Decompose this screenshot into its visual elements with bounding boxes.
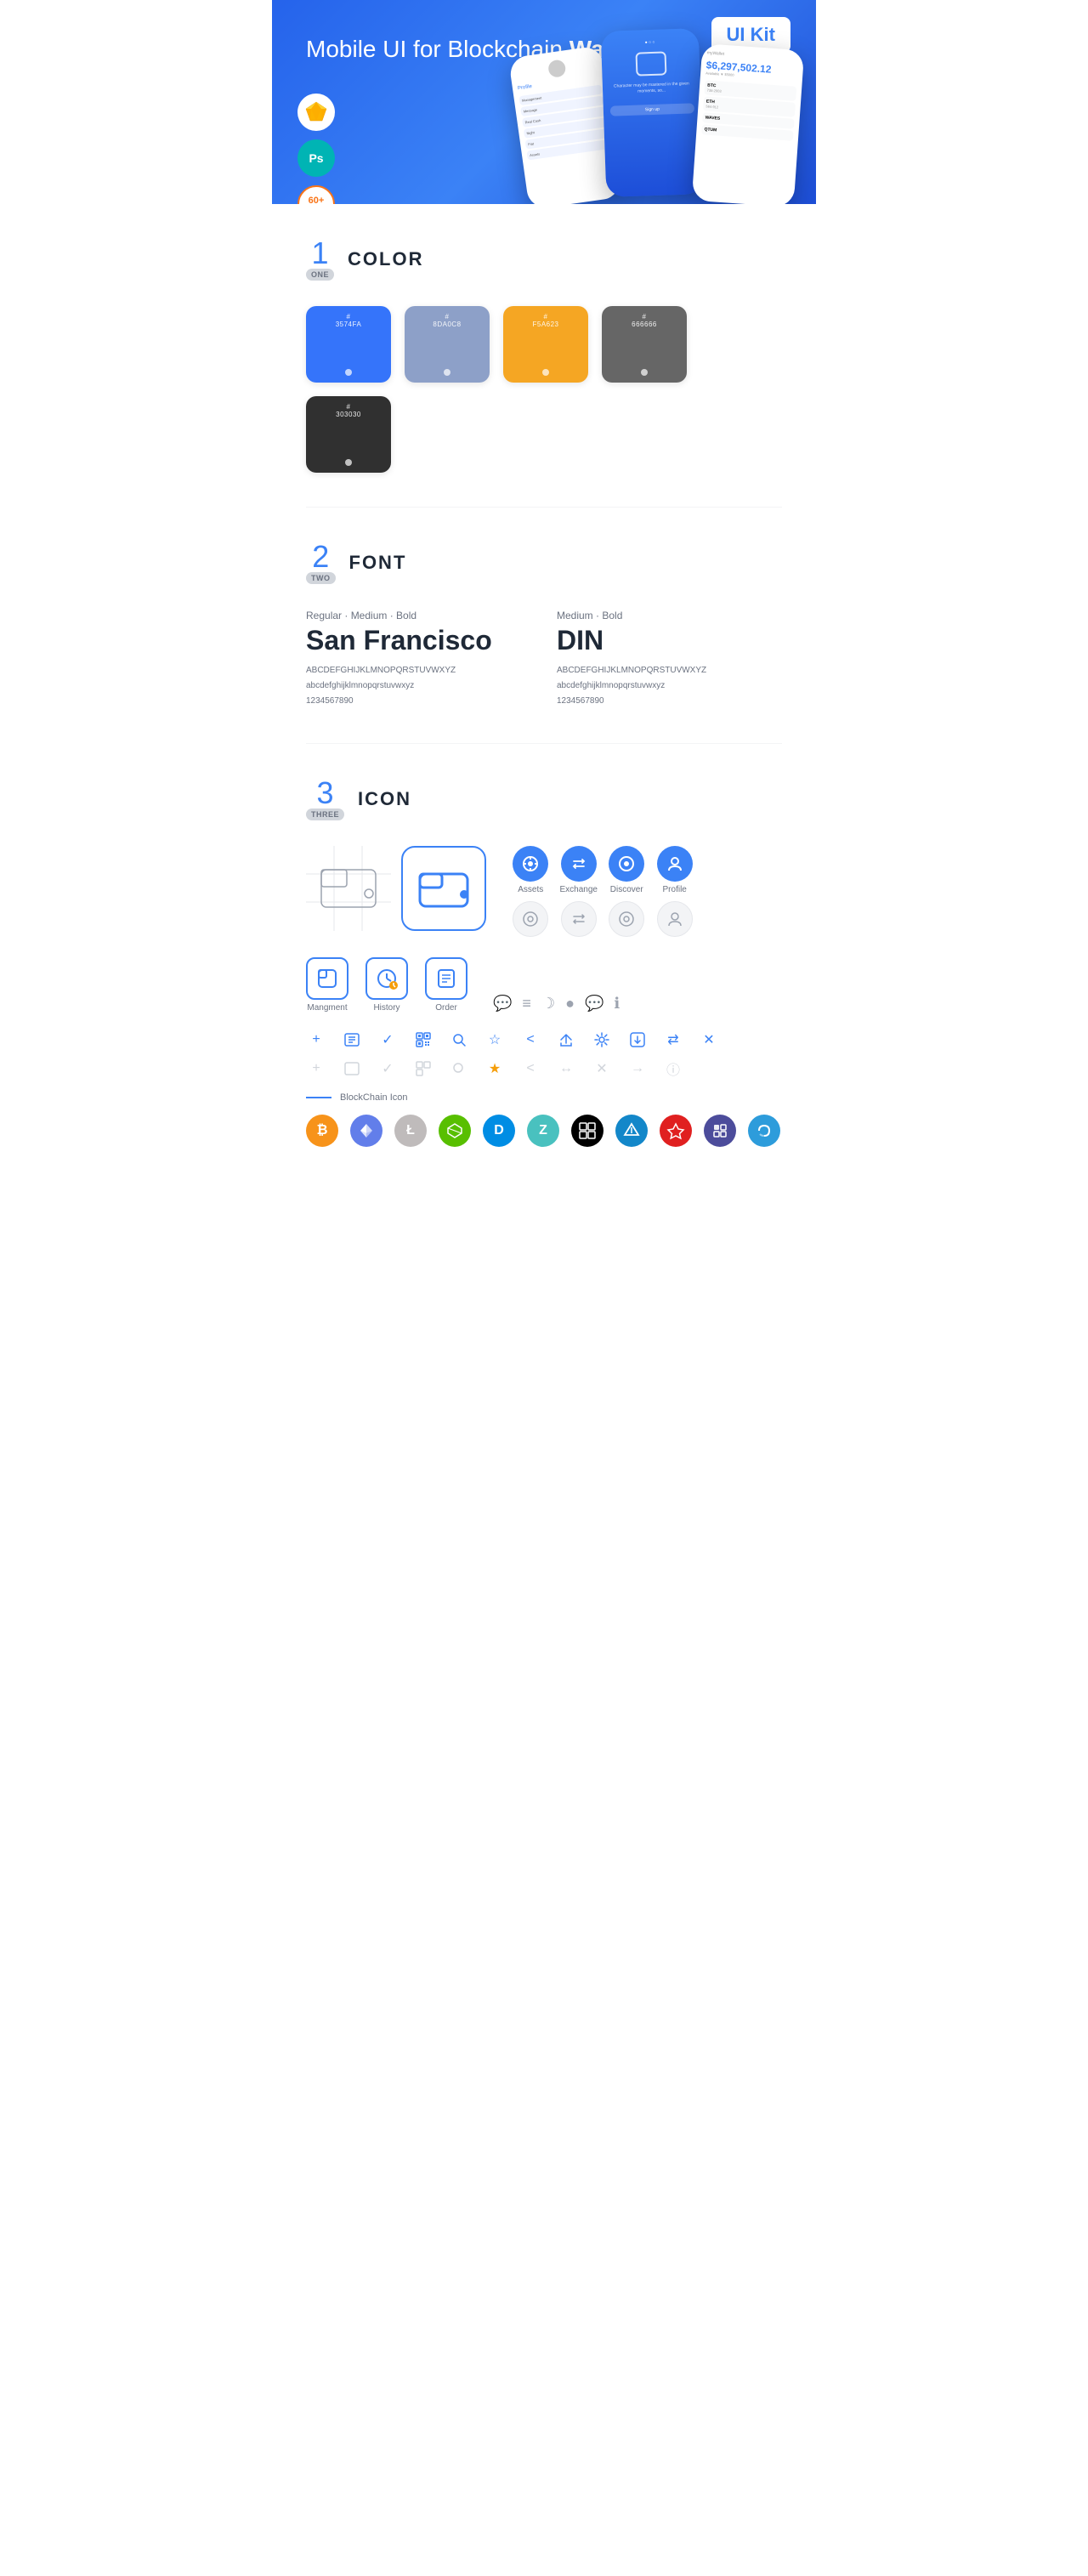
icon-section: 3 THREE ICON xyxy=(272,744,816,1206)
crypto-bitcoin: ₿ xyxy=(306,1115,338,1147)
icon-section-title: ICON xyxy=(358,788,411,810)
icon-discover-outline xyxy=(608,901,645,937)
icon-search-faded xyxy=(449,1058,469,1079)
color-swatches: # 3574FA # 8DA0C8 # F5A623 # 666666 xyxy=(306,306,782,473)
font-san-francisco: Regular · Medium · Bold San Francisco AB… xyxy=(306,610,531,709)
hero-section: Mobile UI for Blockchain Wallet UI Kit P… xyxy=(272,0,816,204)
color-section-header: 1 ONE COLOR xyxy=(306,238,782,281)
screens-badge: 60+ Screens xyxy=(298,185,335,204)
icon-profile-outline xyxy=(655,901,693,937)
icon-plus: + xyxy=(306,1030,326,1050)
color-swatch-blue: # 3574FA xyxy=(306,306,391,383)
icon-back-faded: < xyxy=(520,1058,541,1079)
color-section-number: 1 ONE xyxy=(306,238,334,281)
crypto-stratis xyxy=(615,1115,648,1147)
phone-right: myWallet $6,297,502.12 Available ▼ $5000… xyxy=(692,43,805,204)
crypto-grid xyxy=(571,1115,604,1147)
icon-close: ✕ xyxy=(699,1030,719,1050)
icon-speech: 💬 xyxy=(585,995,604,1013)
icon-qr-faded xyxy=(413,1058,434,1079)
color-section-title: COLOR xyxy=(348,248,423,270)
crypto-zcash: Z xyxy=(527,1115,559,1147)
color-swatch-dark: # 303030 xyxy=(306,396,391,473)
icon-settings xyxy=(592,1030,612,1050)
icon-close-faded: ✕ xyxy=(592,1058,612,1079)
icon-arrows-faded: ↔ xyxy=(556,1058,576,1079)
icon-check: ✓ xyxy=(377,1030,398,1050)
phone-mockups: Profile Management Message Real Cash Nig… xyxy=(510,17,816,204)
icon-download xyxy=(627,1030,648,1050)
font-section-number: 2 TWO xyxy=(306,542,336,584)
icon-exchange: Exchange xyxy=(559,846,597,894)
icon-moon: ☽ xyxy=(541,995,555,1013)
icon-nav-group: Assets Exchange Discover xyxy=(512,846,694,937)
blockchain-label: BlockChain Icon xyxy=(340,1092,408,1103)
icon-list-faded xyxy=(342,1058,362,1079)
icon-blueprint-container xyxy=(306,846,391,931)
icon-circle-fill: ● xyxy=(565,995,575,1013)
icon-info: ℹ xyxy=(614,995,620,1013)
icon-exchange-outline xyxy=(559,901,597,937)
icon-stack: ≡ xyxy=(522,995,531,1013)
color-swatch-slate: # 8DA0C8 xyxy=(405,306,490,383)
sketch-badge xyxy=(298,94,335,131)
font-section-header: 2 TWO FONT xyxy=(306,542,782,584)
icon-plus-faded: + xyxy=(306,1058,326,1079)
crypto-ark xyxy=(660,1115,692,1147)
icon-check-faded: ✓ xyxy=(377,1058,398,1079)
crypto-polymath xyxy=(704,1115,736,1147)
icon-star-orange: ★ xyxy=(484,1058,505,1079)
font-section: 2 TWO FONT Regular · Medium · Bold San F… xyxy=(272,508,816,743)
icon-order: Order xyxy=(425,957,468,1013)
icon-chat: 💬 xyxy=(493,995,512,1013)
icon-management: Mangment xyxy=(306,957,348,1013)
blockchain-divider: BlockChain Icon xyxy=(306,1092,782,1103)
icon-assets-outline xyxy=(512,901,549,937)
blockchain-line xyxy=(306,1097,332,1098)
tool-icons-row-2: + ✓ ★ < ↔ ✕ → ⓘ xyxy=(306,1058,782,1079)
icon-qr xyxy=(413,1030,434,1050)
icon-assets: Assets xyxy=(512,846,549,894)
icon-wallet-final xyxy=(401,846,486,931)
icon-discover: Discover xyxy=(608,846,645,894)
font-din: Medium · Bold DIN ABCDEFGHIJKLMNOPQRSTUV… xyxy=(557,610,782,709)
icon-blueprint-group xyxy=(306,846,486,931)
icon-section-number: 3 THREE xyxy=(306,778,344,820)
crypto-strax xyxy=(748,1115,780,1147)
icon-info-faded: ⓘ xyxy=(663,1058,683,1079)
icon-list xyxy=(342,1030,362,1050)
icon-history: History xyxy=(366,957,408,1013)
icon-app-row: Mangment History Order 💬 xyxy=(306,957,782,1013)
crypto-ethereum xyxy=(350,1115,382,1147)
crypto-dash: D xyxy=(483,1115,515,1147)
icon-section-header: 3 THREE ICON xyxy=(306,778,782,820)
color-swatch-gray: # 666666 xyxy=(602,306,687,383)
icon-share xyxy=(556,1030,576,1050)
hero-badges: Ps 60+ Screens xyxy=(298,94,335,204)
crypto-icons-row: ₿ Ł D Z xyxy=(306,1115,782,1147)
icon-star: ☆ xyxy=(484,1030,505,1050)
icon-back: < xyxy=(520,1030,541,1050)
color-section: 1 ONE COLOR # 3574FA # 8DA0C8 # F5A623 xyxy=(272,204,816,507)
font-grid: Regular · Medium · Bold San Francisco AB… xyxy=(306,610,782,709)
icon-arrow-faded: → xyxy=(627,1058,648,1079)
tool-icons-row-1: + ✓ ☆ < ⇄ ✕ xyxy=(306,1030,782,1050)
crypto-litecoin: Ł xyxy=(394,1115,427,1147)
phone-middle: ● ○ ○ Character may be mastered in the g… xyxy=(601,28,705,197)
color-swatch-orange: # F5A623 xyxy=(503,306,588,383)
icon-transfer: ⇄ xyxy=(663,1030,683,1050)
icon-profile: Profile xyxy=(655,846,693,894)
crypto-neo xyxy=(439,1115,471,1147)
ps-badge: Ps xyxy=(298,139,335,177)
font-section-title: FONT xyxy=(349,552,407,574)
icon-search xyxy=(449,1030,469,1050)
